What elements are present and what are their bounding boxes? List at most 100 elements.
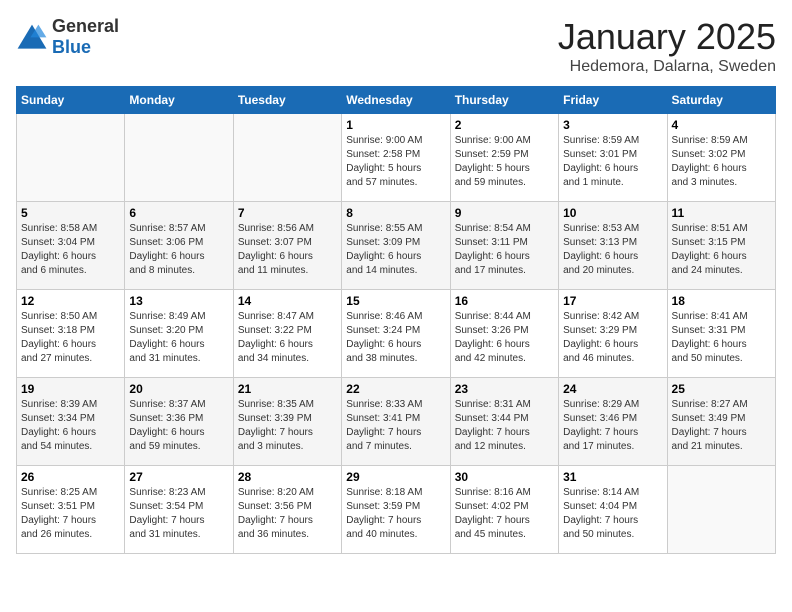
- col-header-monday: Monday: [125, 87, 233, 114]
- calendar-week-2: 5Sunrise: 8:58 AM Sunset: 3:04 PM Daylig…: [17, 202, 776, 290]
- calendar-cell: 3 Sunrise: 8:59 AM Sunset: 3:01 PM Daylig…: [559, 114, 667, 202]
- calendar-cell: [17, 114, 125, 202]
- day-info: Sunrise: 8:51 AM Sunset: 3:15 PM Dayligh…: [672, 222, 771, 278]
- day-number: 1: [346, 118, 445, 132]
- calendar-week-1: 1 Sunrise: 9:00 AM Sunset: 2:58 PM Daylig…: [17, 114, 776, 202]
- day-number: 12: [21, 294, 120, 308]
- calendar-cell: 2Sunrise: 9:00 AM Sunset: 2:59 PM Daylig…: [450, 114, 558, 202]
- day-number: 7: [238, 206, 337, 220]
- day-number: 31: [563, 470, 662, 484]
- calendar-week-5: 26Sunrise: 8:25 AM Sunset: 3:51 PM Dayli…: [17, 466, 776, 554]
- col-header-wednesday: Wednesday: [342, 87, 450, 114]
- calendar-cell: 4 Sunrise: 8:59 AM Sunset: 3:02 PM Daylig…: [667, 114, 775, 202]
- calendar-cell: 13 Sunrise: 8:49 AM Sunset: 3:20 PM Dayli…: [125, 290, 233, 378]
- day-info: Sunrise: 8:42 AM Sunset: 3:29 PM Dayligh…: [563, 310, 662, 366]
- calendar-cell: 28 Sunrise: 8:20 AM Sunset: 3:56 PM Dayli…: [233, 466, 341, 554]
- day-info: Sunrise: 8:47 AM Sunset: 3:22 PM Dayligh…: [238, 310, 337, 366]
- calendar-cell: 19Sunrise: 8:39 AM Sunset: 3:34 PM Dayli…: [17, 378, 125, 466]
- day-info: Sunrise: 8:46 AM Sunset: 3:24 PM Dayligh…: [346, 310, 445, 366]
- day-number: 23: [455, 382, 554, 396]
- calendar-cell: [667, 466, 775, 554]
- day-number: 3: [563, 118, 662, 132]
- day-info: Sunrise: 8:59 AM Sunset: 3:01 PM Dayligh…: [563, 134, 662, 190]
- day-info: Sunrise: 8:59 AM Sunset: 3:02 PM Dayligh…: [672, 134, 771, 190]
- day-info: Sunrise: 8:33 AM Sunset: 3:41 PM Dayligh…: [346, 398, 445, 454]
- day-info: Sunrise: 8:29 AM Sunset: 3:46 PM Dayligh…: [563, 398, 662, 454]
- day-number: 22: [346, 382, 445, 396]
- day-info: Sunrise: 8:35 AM Sunset: 3:39 PM Dayligh…: [238, 398, 337, 454]
- day-number: 2: [455, 118, 554, 132]
- day-info: Sunrise: 8:50 AM Sunset: 3:18 PM Dayligh…: [21, 310, 120, 366]
- day-number: 9: [455, 206, 554, 220]
- calendar-cell: 7 Sunrise: 8:56 AM Sunset: 3:07 PM Daylig…: [233, 202, 341, 290]
- day-info: Sunrise: 8:55 AM Sunset: 3:09 PM Dayligh…: [346, 222, 445, 278]
- calendar-cell: 18 Sunrise: 8:41 AM Sunset: 3:31 PM Dayli…: [667, 290, 775, 378]
- calendar-cell: 8 Sunrise: 8:55 AM Sunset: 3:09 PM Daylig…: [342, 202, 450, 290]
- calendar-cell: 24 Sunrise: 8:29 AM Sunset: 3:46 PM Dayli…: [559, 378, 667, 466]
- calendar-cell: 10 Sunrise: 8:53 AM Sunset: 3:13 PM Dayli…: [559, 202, 667, 290]
- day-info: Sunrise: 8:27 AM Sunset: 3:49 PM Dayligh…: [672, 398, 771, 454]
- day-info: Sunrise: 8:44 AM Sunset: 3:26 PM Dayligh…: [455, 310, 554, 366]
- day-number: 29: [346, 470, 445, 484]
- day-number: 4: [672, 118, 771, 132]
- day-number: 26: [21, 470, 120, 484]
- logo: General Blue: [16, 16, 119, 58]
- calendar-cell: 14 Sunrise: 8:47 AM Sunset: 3:22 PM Dayli…: [233, 290, 341, 378]
- calendar-cell: 25Sunrise: 8:27 AM Sunset: 3:49 PM Dayli…: [667, 378, 775, 466]
- calendar-cell: 6Sunrise: 8:57 AM Sunset: 3:06 PM Daylig…: [125, 202, 233, 290]
- calendar-cell: 16Sunrise: 8:44 AM Sunset: 3:26 PM Dayli…: [450, 290, 558, 378]
- day-info: Sunrise: 9:00 AM Sunset: 2:58 PM Dayligh…: [346, 134, 445, 190]
- day-number: 28: [238, 470, 337, 484]
- day-number: 17: [563, 294, 662, 308]
- calendar-cell: 20 Sunrise: 8:37 AM Sunset: 3:36 PM Dayli…: [125, 378, 233, 466]
- day-number: 20: [129, 382, 228, 396]
- calendar-cell: 29 Sunrise: 8:18 AM Sunset: 3:59 PM Dayli…: [342, 466, 450, 554]
- calendar-cell: 17 Sunrise: 8:42 AM Sunset: 3:29 PM Dayli…: [559, 290, 667, 378]
- day-info: Sunrise: 8:20 AM Sunset: 3:56 PM Dayligh…: [238, 486, 337, 542]
- calendar-cell: 12 Sunrise: 8:50 AM Sunset: 3:18 PM Dayli…: [17, 290, 125, 378]
- calendar-cell: 9 Sunrise: 8:54 AM Sunset: 3:11 PM Daylig…: [450, 202, 558, 290]
- calendar-cell: 31 Sunrise: 8:14 AM Sunset: 4:04 PM Dayli…: [559, 466, 667, 554]
- day-number: 10: [563, 206, 662, 220]
- day-number: 21: [238, 382, 337, 396]
- day-info: Sunrise: 8:39 AM Sunset: 3:34 PM Dayligh…: [21, 398, 120, 454]
- day-info: Sunrise: 8:14 AM Sunset: 4:04 PM Dayligh…: [563, 486, 662, 542]
- location-title: Hedemora, Dalarna, Sweden: [558, 58, 776, 76]
- day-number: 24: [563, 382, 662, 396]
- day-number: 11: [672, 206, 771, 220]
- logo-icon: [16, 23, 48, 51]
- calendar-table: SundayMondayTuesdayWednesdayThursdayFrid…: [16, 86, 776, 554]
- calendar-cell: 26Sunrise: 8:25 AM Sunset: 3:51 PM Dayli…: [17, 466, 125, 554]
- logo-blue: Blue: [52, 37, 91, 57]
- calendar-cell: 15 Sunrise: 8:46 AM Sunset: 3:24 PM Dayli…: [342, 290, 450, 378]
- day-info: Sunrise: 8:18 AM Sunset: 3:59 PM Dayligh…: [346, 486, 445, 542]
- day-info: Sunrise: 8:31 AM Sunset: 3:44 PM Dayligh…: [455, 398, 554, 454]
- day-info: Sunrise: 8:56 AM Sunset: 3:07 PM Dayligh…: [238, 222, 337, 278]
- day-number: 18: [672, 294, 771, 308]
- day-info: Sunrise: 8:54 AM Sunset: 3:11 PM Dayligh…: [455, 222, 554, 278]
- day-info: Sunrise: 8:49 AM Sunset: 3:20 PM Dayligh…: [129, 310, 228, 366]
- calendar-header-row: SundayMondayTuesdayWednesdayThursdayFrid…: [17, 87, 776, 114]
- calendar-cell: [233, 114, 341, 202]
- day-info: Sunrise: 8:37 AM Sunset: 3:36 PM Dayligh…: [129, 398, 228, 454]
- day-number: 8: [346, 206, 445, 220]
- day-info: Sunrise: 8:57 AM Sunset: 3:06 PM Dayligh…: [129, 222, 228, 278]
- calendar-cell: 23 Sunrise: 8:31 AM Sunset: 3:44 PM Dayli…: [450, 378, 558, 466]
- col-header-saturday: Saturday: [667, 87, 775, 114]
- calendar-cell: [125, 114, 233, 202]
- calendar-cell: 22 Sunrise: 8:33 AM Sunset: 3:41 PM Dayli…: [342, 378, 450, 466]
- day-number: 15: [346, 294, 445, 308]
- day-number: 30: [455, 470, 554, 484]
- calendar-cell: 21 Sunrise: 8:35 AM Sunset: 3:39 PM Dayli…: [233, 378, 341, 466]
- calendar-week-4: 19Sunrise: 8:39 AM Sunset: 3:34 PM Dayli…: [17, 378, 776, 466]
- day-info: Sunrise: 8:53 AM Sunset: 3:13 PM Dayligh…: [563, 222, 662, 278]
- day-info: Sunrise: 8:16 AM Sunset: 4:02 PM Dayligh…: [455, 486, 554, 542]
- day-info: Sunrise: 8:58 AM Sunset: 3:04 PM Dayligh…: [21, 222, 120, 278]
- col-header-sunday: Sunday: [17, 87, 125, 114]
- day-number: 14: [238, 294, 337, 308]
- day-number: 13: [129, 294, 228, 308]
- day-info: Sunrise: 8:41 AM Sunset: 3:31 PM Dayligh…: [672, 310, 771, 366]
- calendar-week-3: 12 Sunrise: 8:50 AM Sunset: 3:18 PM Dayli…: [17, 290, 776, 378]
- col-header-thursday: Thursday: [450, 87, 558, 114]
- page-header: General Blue January 2025 Hedemora, Dala…: [16, 16, 776, 76]
